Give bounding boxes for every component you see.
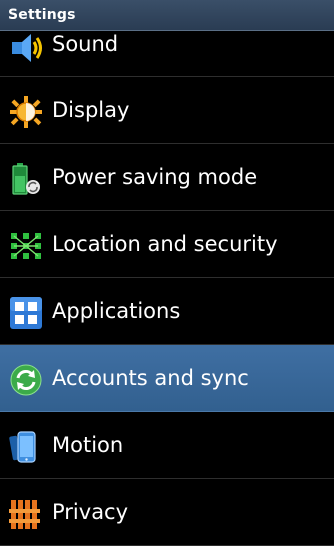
settings-item-location-security[interactable]: Location and security [0,211,334,278]
settings-item-motion[interactable]: Motion [0,412,334,479]
settings-item-label: Motion [52,433,124,457]
phone-motion-icon [9,430,43,464]
settings-item-privacy[interactable]: Privacy [0,479,334,546]
title-bar: Settings [0,0,334,31]
settings-item-label: Location and security [52,232,278,256]
settings-item-display[interactable]: Display [0,77,334,144]
settings-item-label: Display [52,98,130,122]
settings-item-label: Accounts and sync [52,366,249,390]
settings-item-label: Applications [52,299,181,323]
page-title: Settings [8,7,76,23]
settings-item-accounts-sync[interactable]: Accounts and sync [0,345,334,412]
settings-item-label: Sound [52,32,119,56]
speaker-icon [9,31,43,65]
sync-icon [9,363,43,397]
settings-list: Sound Display Power saving mode Location… [0,10,334,546]
battery-recycle-icon [9,162,43,196]
settings-item-applications[interactable]: Applications [0,278,334,345]
settings-item-power-saving[interactable]: Power saving mode [0,144,334,211]
settings-item-label: Power saving mode [52,165,258,189]
settings-item-label: Privacy [52,500,129,524]
applications-grid-icon [9,296,43,330]
privacy-icon [9,497,43,531]
brightness-icon [9,95,43,129]
location-grid-icon [9,229,43,263]
